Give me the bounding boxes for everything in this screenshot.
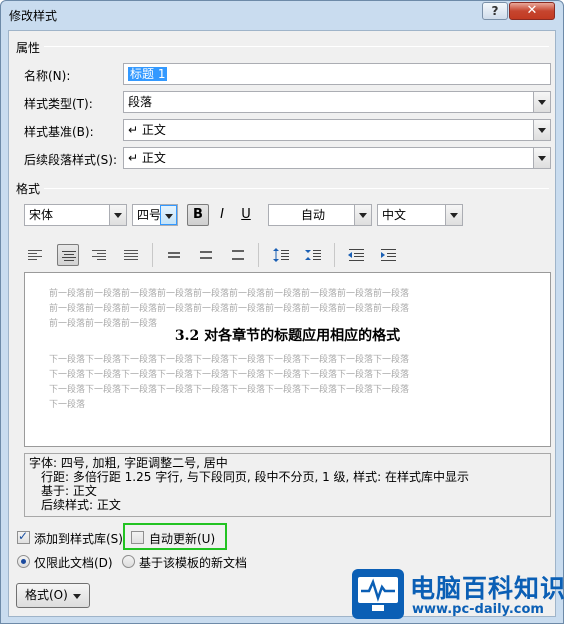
template-label[interactable]: 基于该模板的新文档: [139, 554, 247, 571]
monitor-logo-icon: [352, 569, 404, 619]
properties-divider: [44, 46, 549, 47]
font-select[interactable]: 宋体: [24, 204, 127, 226]
add-to-gallery-checkbox[interactable]: [17, 529, 30, 544]
title-bar: 修改样式 ? ✕: [1, 1, 563, 27]
toolbar-divider: [258, 243, 259, 267]
name-value: 标题 1: [128, 67, 168, 81]
align-center-icon: [62, 251, 76, 261]
name-label: 名称(N):: [24, 69, 71, 83]
single-spacing-button[interactable]: [163, 244, 185, 266]
dialog-title: 修改样式: [9, 9, 58, 23]
increase-indent-icon: [381, 249, 396, 261]
next-paragraph-line: 下一段落下一段落下一段落下一段落下一段落下一段落下一段落下一段落下一段落下一段落: [49, 370, 410, 380]
description-line: 行距: 多倍行距 1.25 字行, 与下段同页, 段中不分页, 1 级, 样式:…: [41, 470, 470, 484]
modify-style-dialog: 修改样式 ? ✕ 属性 名称(N): 标题 1 样式类型(T): 段落 样式基准…: [0, 0, 564, 624]
chevron-down-icon: [160, 205, 177, 225]
decrease-paragraph-spacing-button[interactable]: [302, 244, 324, 266]
description-line: 字体: 四号, 加粗, 字距调整二号, 居中: [29, 456, 228, 470]
brand-name: 电脑百科知识: [410, 574, 564, 603]
format-menu-button[interactable]: 格式(O): [16, 583, 90, 608]
increase-spacing-icon: [273, 248, 289, 262]
font-size-select[interactable]: 四号: [132, 204, 178, 226]
properties-section-label: 属性: [16, 41, 41, 55]
name-input[interactable]: 标题 1: [123, 63, 551, 85]
style-type-value: 段落: [128, 95, 153, 109]
bold-button[interactable]: B: [187, 204, 209, 226]
style-description: 字体: 四号, 加粗, 字距调整二号, 居中 行距: 多倍行距 1.25 字行,…: [24, 453, 551, 517]
double-spacing-icon: [232, 250, 244, 260]
align-center-button[interactable]: [57, 244, 79, 266]
style-type-select[interactable]: 段落: [123, 91, 551, 113]
increase-indent-button[interactable]: [377, 244, 399, 266]
align-right-icon: [92, 250, 106, 260]
this-document-radio[interactable]: [17, 555, 30, 568]
dropdown-arrow-icon: [73, 594, 81, 599]
brand-url: www.pc-daily.com: [412, 602, 544, 617]
auto-update-checkbox[interactable]: [131, 531, 144, 544]
format-divider: [44, 188, 549, 189]
decrease-indent-button[interactable]: [345, 244, 367, 266]
single-spacing-icon: [168, 252, 180, 258]
align-left-button[interactable]: [24, 244, 46, 266]
based-on-select[interactable]: ↵ 正文: [123, 119, 551, 141]
increase-paragraph-spacing-button[interactable]: [270, 244, 292, 266]
chevron-down-icon: [354, 205, 371, 225]
add-to-gallery-label[interactable]: 添加到样式库(S): [34, 530, 123, 547]
double-spacing-button[interactable]: [227, 244, 249, 266]
justify-button[interactable]: [120, 244, 142, 266]
preview-heading: 3.2 对各章节的标题应用相应的格式: [174, 328, 401, 344]
based-on-label: 样式基准(B):: [24, 125, 94, 139]
italic-button[interactable]: I: [211, 204, 233, 226]
description-line: 基于: 正文: [41, 484, 97, 498]
close-button[interactable]: ✕: [509, 2, 555, 20]
chevron-down-icon: [109, 205, 126, 225]
toolbar-divider: [152, 243, 153, 267]
font-color-select[interactable]: 自动: [268, 204, 372, 226]
previous-paragraph-line: 前一段落前一段落前一段落前一段落前一段落前一段落前一段落前一段落前一段落前一段落: [49, 289, 410, 299]
toolbar-divider: [334, 243, 335, 267]
dialog-body: 属性 名称(N): 标题 1 样式类型(T): 段落 样式基准(B): ↵ 正文…: [8, 30, 556, 617]
previous-paragraph-line: 前一段落前一段落前一段落前一段落前一段落前一段落前一段落前一段落前一段落前一段落: [49, 304, 410, 314]
next-paragraph-line: 下一段落下一段落下一段落下一段落下一段落下一段落下一段落下一段落下一段落下一段落: [49, 385, 410, 395]
decrease-indent-icon: [348, 249, 364, 261]
script-value: 中文: [382, 208, 407, 222]
font-size-value: 四号: [137, 208, 162, 222]
next-paragraph-line: 下一段落下一段落下一段落下一段落下一段落下一段落下一段落下一段落下一段落下一段落: [49, 355, 410, 365]
font-color-value: 自动: [300, 208, 325, 222]
this-document-label[interactable]: 仅限此文档(D): [34, 554, 113, 571]
one-half-spacing-button[interactable]: [195, 244, 217, 266]
next-style-select[interactable]: ↵ 正文: [123, 147, 551, 169]
help-button[interactable]: ?: [482, 2, 508, 20]
justify-icon: [124, 250, 138, 260]
align-right-button[interactable]: [88, 244, 110, 266]
script-select[interactable]: 中文: [377, 204, 463, 226]
one-half-spacing-icon: [200, 251, 212, 259]
align-left-icon: [28, 250, 42, 260]
chevron-down-icon: [533, 120, 550, 140]
style-preview: 前一段落前一段落前一段落前一段落前一段落前一段落前一段落前一段落前一段落前一段落…: [24, 272, 551, 447]
font-value: 宋体: [29, 208, 54, 222]
chevron-down-icon: [533, 148, 550, 168]
next-style-label: 后续段落样式(S):: [24, 153, 118, 167]
description-line: 后续样式: 正文: [41, 498, 121, 512]
watermark-logo: 电脑百科知识 www.pc-daily.com: [350, 567, 564, 621]
next-style-value: ↵ 正文: [128, 151, 166, 165]
format-menu-label: 格式(O): [25, 588, 68, 602]
auto-update-label[interactable]: 自动更新(U): [149, 530, 215, 547]
chevron-down-icon: [533, 92, 550, 112]
template-radio[interactable]: [122, 555, 135, 568]
style-type-label: 样式类型(T):: [24, 97, 93, 111]
decrease-spacing-icon: [305, 250, 321, 260]
next-paragraph-line: 下一段落: [49, 400, 86, 410]
based-on-value: ↵ 正文: [128, 123, 166, 137]
underline-button[interactable]: U: [235, 204, 257, 226]
chevron-down-icon: [445, 205, 462, 225]
format-section-label: 格式: [16, 182, 41, 196]
